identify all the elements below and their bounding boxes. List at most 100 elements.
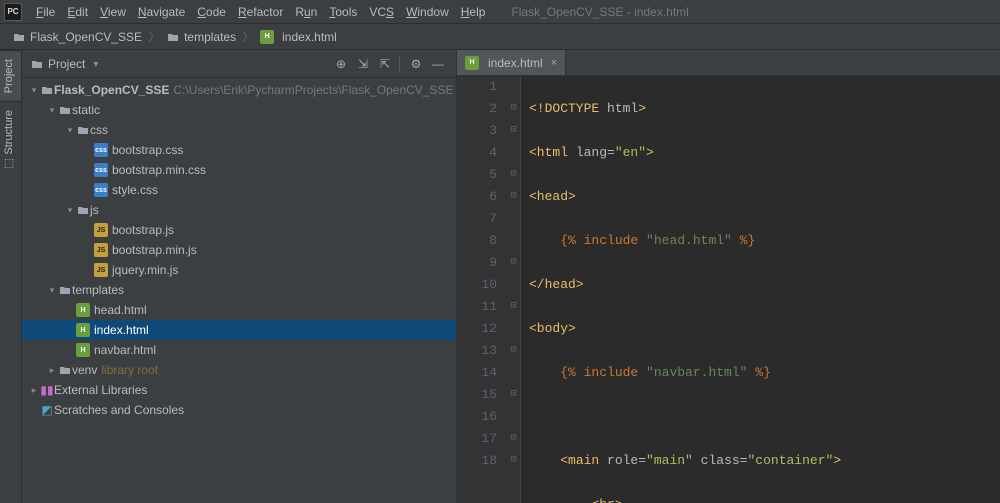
folder-icon bbox=[76, 203, 90, 217]
side-tab-structure[interactable]: ⬚ Structure bbox=[0, 101, 21, 179]
menubar: PC File Edit View Navigate Code Refactor… bbox=[0, 0, 1000, 24]
folder-icon bbox=[12, 30, 26, 44]
tree-file[interactable]: cssbootstrap.css bbox=[22, 140, 456, 160]
editor-pane: H index.html × 123 456 789 101112 131415… bbox=[457, 50, 1000, 503]
html-icon: H bbox=[76, 343, 90, 357]
css-icon: css bbox=[94, 183, 108, 197]
tree-label: venv bbox=[72, 363, 97, 377]
chevron-down-icon[interactable]: ▾ bbox=[28, 85, 40, 96]
code-str: "navbar.html" bbox=[646, 365, 747, 380]
crumb-text: index.html bbox=[282, 30, 337, 44]
side-tab-project[interactable]: Project bbox=[0, 50, 21, 101]
divider bbox=[399, 56, 400, 72]
folder-icon bbox=[166, 30, 180, 44]
tree-label: static bbox=[72, 103, 100, 117]
tree-label: Scratches and Consoles bbox=[54, 403, 184, 417]
tree-file-selected[interactable]: Hindex.html bbox=[22, 320, 456, 340]
tree-label: bootstrap.min.js bbox=[112, 243, 197, 257]
expand-all-button[interactable]: ⇲ bbox=[353, 54, 373, 74]
main: Project ⬚ Structure Project ▼ ⊕ ⇲ ⇱ ⚙ — … bbox=[0, 50, 1000, 503]
tree-file[interactable]: JS jquery.min.js bbox=[22, 260, 456, 280]
folder-icon bbox=[40, 83, 54, 97]
menu-edit[interactable]: Edit bbox=[61, 3, 94, 21]
collapse-all-button[interactable]: ⇱ bbox=[375, 54, 395, 74]
tree-label: External Libraries bbox=[54, 383, 147, 397]
chevron-right-icon[interactable]: ▸ bbox=[28, 385, 40, 396]
fold-column[interactable]: ⊟⊟ ⊟⊟ ⊟ ⊟ ⊟⊟ ⊟⊟ bbox=[507, 76, 521, 503]
close-icon[interactable]: × bbox=[551, 57, 557, 69]
tree-note: library root bbox=[101, 363, 158, 377]
tree-file[interactable]: cssstyle.css bbox=[22, 180, 456, 200]
settings-button[interactable]: ⚙ bbox=[406, 54, 426, 74]
crumb-text: templates bbox=[184, 30, 236, 44]
breadcrumb: Flask_OpenCV_SSE 〉 templates 〉 H index.h… bbox=[0, 24, 1000, 50]
tool-window-stripe: Project ⬚ Structure bbox=[0, 50, 22, 503]
tree-external-libs[interactable]: ▸ ▮▮ External Libraries bbox=[22, 380, 456, 400]
side-tab-label: Structure bbox=[3, 110, 15, 155]
crumb-file[interactable]: H index.html bbox=[256, 30, 341, 44]
code-area[interactable]: <!DOCTYPE html> <html lang="en"> <head> … bbox=[521, 76, 1000, 503]
tree-file[interactable]: JSbootstrap.js bbox=[22, 220, 456, 240]
crumb-text: Flask_OpenCV_SSE bbox=[30, 30, 142, 44]
tree-file[interactable]: JSbootstrap.min.js bbox=[22, 240, 456, 260]
chevron-down-icon[interactable]: ▾ bbox=[46, 105, 58, 116]
folder-icon bbox=[58, 283, 72, 297]
chevron-right-icon[interactable]: ▸ bbox=[46, 365, 58, 376]
tree-file[interactable]: Hnavbar.html bbox=[22, 340, 456, 360]
gutter: 123 456 789 101112 131415 161718 bbox=[457, 76, 507, 503]
tree-label: js bbox=[90, 203, 99, 217]
html-icon: H bbox=[76, 323, 90, 337]
crumb-sep: 〉 bbox=[146, 28, 162, 45]
crumb-root[interactable]: Flask_OpenCV_SSE bbox=[8, 30, 146, 44]
menu-tools[interactable]: Tools bbox=[323, 3, 363, 21]
tree-root[interactable]: ▾ Flask_OpenCV_SSE C:\Users\Erik\Pycharm… bbox=[22, 80, 456, 100]
chevron-down-icon[interactable]: ▾ bbox=[64, 125, 76, 136]
tree-file[interactable]: Hhead.html bbox=[22, 300, 456, 320]
locate-button[interactable]: ⊕ bbox=[331, 54, 351, 74]
tree-scratches[interactable]: ◩ Scratches and Consoles bbox=[22, 400, 456, 420]
tree-label: templates bbox=[72, 283, 124, 297]
code-val: "main" bbox=[646, 453, 693, 468]
dropdown-icon[interactable]: ▼ bbox=[91, 59, 100, 69]
project-tree[interactable]: ▾ Flask_OpenCV_SSE C:\Users\Erik\Pycharm… bbox=[22, 78, 456, 503]
menu-code[interactable]: Code bbox=[191, 3, 232, 21]
js-icon: JS bbox=[94, 223, 108, 237]
tree-label: index.html bbox=[94, 323, 149, 337]
tree-file[interactable]: cssbootstrap.min.css bbox=[22, 160, 456, 180]
menu-view[interactable]: View bbox=[94, 3, 132, 21]
menu-navigate[interactable]: Navigate bbox=[132, 3, 191, 21]
library-icon: ▮▮ bbox=[40, 383, 54, 397]
menu-file[interactable]: File bbox=[30, 3, 61, 21]
crumb-sep: 〉 bbox=[240, 28, 256, 45]
tree-label: navbar.html bbox=[94, 343, 156, 357]
menu-help[interactable]: Help bbox=[455, 3, 492, 21]
tree-dir-static[interactable]: ▾ static bbox=[22, 100, 456, 120]
menu-run[interactable]: Run bbox=[289, 3, 323, 21]
minimize-button[interactable]: — bbox=[428, 54, 448, 74]
tree-dir-templates[interactable]: ▾ templates bbox=[22, 280, 456, 300]
html-icon: H bbox=[260, 30, 274, 44]
js-icon: JS bbox=[94, 263, 108, 277]
folder-icon bbox=[58, 103, 72, 117]
menu-window[interactable]: Window bbox=[400, 3, 455, 21]
project-icon bbox=[30, 57, 44, 71]
menu-refactor[interactable]: Refactor bbox=[232, 3, 289, 21]
editor[interactable]: 123 456 789 101112 131415 161718 ⊟⊟ ⊟⊟ ⊟… bbox=[457, 76, 1000, 503]
editor-tabs: H index.html × bbox=[457, 50, 1000, 76]
tree-dir-css[interactable]: ▾ css bbox=[22, 120, 456, 140]
chevron-down-icon[interactable]: ▾ bbox=[46, 285, 58, 296]
chevron-down-icon[interactable]: ▾ bbox=[64, 205, 76, 216]
editor-tab[interactable]: H index.html × bbox=[457, 50, 566, 75]
crumb-dir[interactable]: templates bbox=[162, 30, 240, 44]
scratch-icon: ◩ bbox=[40, 403, 54, 417]
tree-label: css bbox=[90, 123, 108, 137]
css-icon: css bbox=[94, 143, 108, 157]
code-str: "head.html" bbox=[646, 233, 732, 248]
menu-vcs[interactable]: VCS bbox=[363, 3, 400, 21]
html-icon: H bbox=[76, 303, 90, 317]
tree-dir-js[interactable]: ▾ js bbox=[22, 200, 456, 220]
project-pane-title[interactable]: Project bbox=[48, 57, 85, 71]
tree-label: jquery.min.js bbox=[112, 263, 178, 277]
window-title: Flask_OpenCV_SSE - index.html bbox=[511, 5, 688, 19]
tree-dir-venv[interactable]: ▸ venv library root bbox=[22, 360, 456, 380]
